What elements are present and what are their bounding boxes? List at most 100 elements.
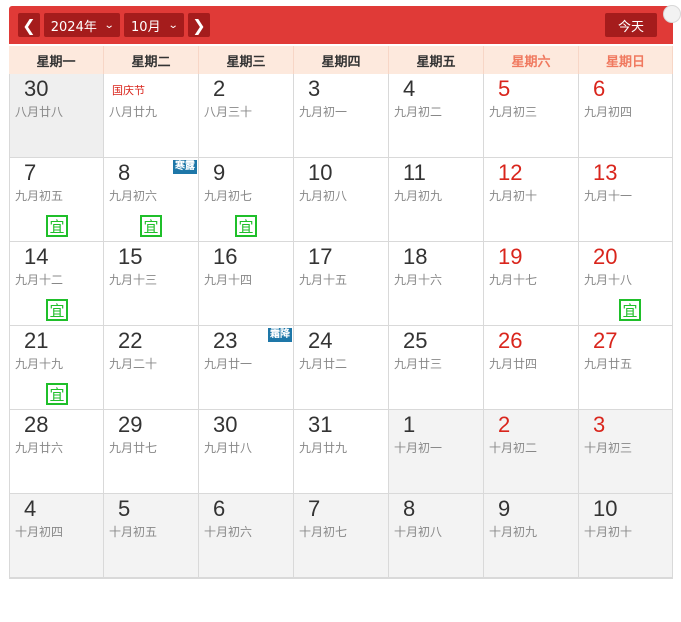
- day-cell[interactable]: 5 九月初三: [484, 74, 579, 158]
- lunar-date: 十月初十: [584, 525, 633, 539]
- day-number: 10: [308, 160, 333, 185]
- lunar-date: 九月初一: [299, 105, 348, 119]
- day-cell[interactable]: 30 九月廿八: [199, 410, 294, 494]
- lunar-date: 九月初八: [299, 189, 348, 203]
- day-cell[interactable]: 1 十月初一: [389, 410, 484, 494]
- day-cell[interactable]: 14 九月十二宜: [9, 242, 104, 326]
- lunar-date: 九月十四: [204, 273, 253, 287]
- lunar-date: 九月初六: [109, 189, 158, 203]
- chevron-down-icon: ⌄: [103, 19, 115, 31]
- lunar-date: 九月廿二: [299, 357, 348, 371]
- day-cell[interactable]: 16 九月十四: [199, 242, 294, 326]
- day-number: 30: [213, 412, 238, 437]
- day-number: 6: [593, 76, 606, 101]
- day-cell[interactable]: 5 十月初五: [104, 494, 199, 578]
- lunar-date: 九月十五: [299, 273, 348, 287]
- day-cell[interactable]: 10 十月初十: [579, 494, 673, 578]
- day-cell[interactable]: 24 九月廿二: [294, 326, 389, 410]
- year-select[interactable]: 2024年 ⌄: [44, 13, 120, 37]
- lunar-date: 九月初九: [394, 189, 443, 203]
- lunar-date: 九月十九: [15, 357, 64, 371]
- day-number: 6: [213, 496, 226, 521]
- lunar-date: 八月廿九: [109, 105, 158, 119]
- day-cell[interactable]: 28 九月廿六: [9, 410, 104, 494]
- lunar-date: 九月廿八: [204, 441, 253, 455]
- day-cell[interactable]: 17 九月十五: [294, 242, 389, 326]
- lunar-date: 九月初四: [584, 105, 633, 119]
- lunar-date: 十月初五: [109, 525, 158, 539]
- lunar-date: 九月初二: [394, 105, 443, 119]
- day-cell[interactable]: 9 十月初九: [484, 494, 579, 578]
- day-cell[interactable]: 23 九月廿一 霜降: [199, 326, 294, 410]
- month-select-value: 10月: [131, 19, 161, 35]
- lunar-date: 八月廿八: [15, 105, 64, 119]
- month-select[interactable]: 10月 ⌄: [124, 13, 184, 37]
- day-cell[interactable]: 8 十月初八: [389, 494, 484, 578]
- day-cell[interactable]: 22 九月二十: [104, 326, 199, 410]
- day-cell[interactable]: 20 九月十八宜: [579, 242, 673, 326]
- day-number: 23: [213, 328, 238, 353]
- day-number: 9: [213, 160, 226, 185]
- auspicious-badge: 宜: [140, 215, 162, 237]
- day-number: 19: [498, 244, 523, 269]
- day-cell[interactable]: 2 十月初二: [484, 410, 579, 494]
- day-cell[interactable]: 12 九月初十: [484, 158, 579, 242]
- day-cell[interactable]: 31 九月廿九: [294, 410, 389, 494]
- day-cell[interactable]: 27 九月廿五: [579, 326, 673, 410]
- day-cell[interactable]: 26 九月廿四: [484, 326, 579, 410]
- day-cell[interactable]: 13 九月十一: [579, 158, 673, 242]
- weekday-header: 星期日: [579, 46, 673, 74]
- day-number: 24: [308, 328, 333, 353]
- day-number: 31: [308, 412, 333, 437]
- day-cell[interactable]: 29 九月廿七: [104, 410, 199, 494]
- day-cell[interactable]: 30 八月廿八: [9, 74, 104, 158]
- prev-month-button[interactable]: ❮: [18, 13, 40, 37]
- day-number: 29: [118, 412, 143, 437]
- day-cell[interactable]: 6 十月初六: [199, 494, 294, 578]
- day-cell[interactable]: 15 九月十三: [104, 242, 199, 326]
- day-cell[interactable]: 25 九月廿三: [389, 326, 484, 410]
- day-number: 27: [593, 328, 618, 353]
- day-cell[interactable]: 7 十月初七: [294, 494, 389, 578]
- next-month-button[interactable]: ❯: [188, 13, 210, 37]
- day-number: 13: [593, 160, 618, 185]
- lunar-date: 十月初四: [15, 525, 64, 539]
- lunar-date: 九月十六: [394, 273, 443, 287]
- chevron-down-icon: ⌄: [167, 19, 179, 31]
- day-cell[interactable]: 3 九月初一: [294, 74, 389, 158]
- day-cell[interactable]: 9 九月初七宜: [199, 158, 294, 242]
- day-cell[interactable]: 21 九月十九宜: [9, 326, 104, 410]
- day-cell[interactable]: 8 九月初六 寒露宜: [104, 158, 199, 242]
- lunar-date: 九月廿一: [204, 357, 253, 371]
- lunar-date: 十月初七: [299, 525, 348, 539]
- day-number: 17: [308, 244, 333, 269]
- day-cell[interactable]: 11 九月初九: [389, 158, 484, 242]
- day-number: 12: [498, 160, 523, 185]
- day-cell[interactable]: 国庆节 八月廿九: [104, 74, 199, 158]
- lunar-date: 九月廿七: [109, 441, 158, 455]
- weekday-header: 星期六: [484, 46, 579, 74]
- day-number: 15: [118, 244, 143, 269]
- day-cell[interactable]: 2 八月三十: [199, 74, 294, 158]
- day-cell[interactable]: 6 九月初四: [579, 74, 673, 158]
- day-cell[interactable]: 19 九月十七: [484, 242, 579, 326]
- lunar-date: 九月十三: [109, 273, 158, 287]
- day-cell[interactable]: 4 十月初四: [9, 494, 104, 578]
- day-cell[interactable]: 3 十月初三: [579, 410, 673, 494]
- day-number: 8: [403, 496, 416, 521]
- day-cell[interactable]: 4 九月初二: [389, 74, 484, 158]
- day-number: 10: [593, 496, 618, 521]
- today-button[interactable]: 今天: [605, 13, 657, 37]
- day-cell[interactable]: 7 九月初五宜: [9, 158, 104, 242]
- weekday-header: 星期二: [104, 46, 199, 74]
- calendar-header: ❮ 2024年 ⌄ 10月 ⌄ ❯ 今天: [9, 6, 673, 44]
- day-cell[interactable]: 10 九月初八: [294, 158, 389, 242]
- auspicious-badge: 宜: [46, 215, 68, 237]
- day-cell[interactable]: 18 九月十六: [389, 242, 484, 326]
- lunar-date: 八月三十: [204, 105, 253, 119]
- festival-label: 国庆节: [112, 84, 145, 97]
- lunar-date: 九月初三: [489, 105, 538, 119]
- grid-bottom-divider: [9, 578, 673, 579]
- day-number: 11: [403, 160, 426, 185]
- day-number: 5: [498, 76, 511, 101]
